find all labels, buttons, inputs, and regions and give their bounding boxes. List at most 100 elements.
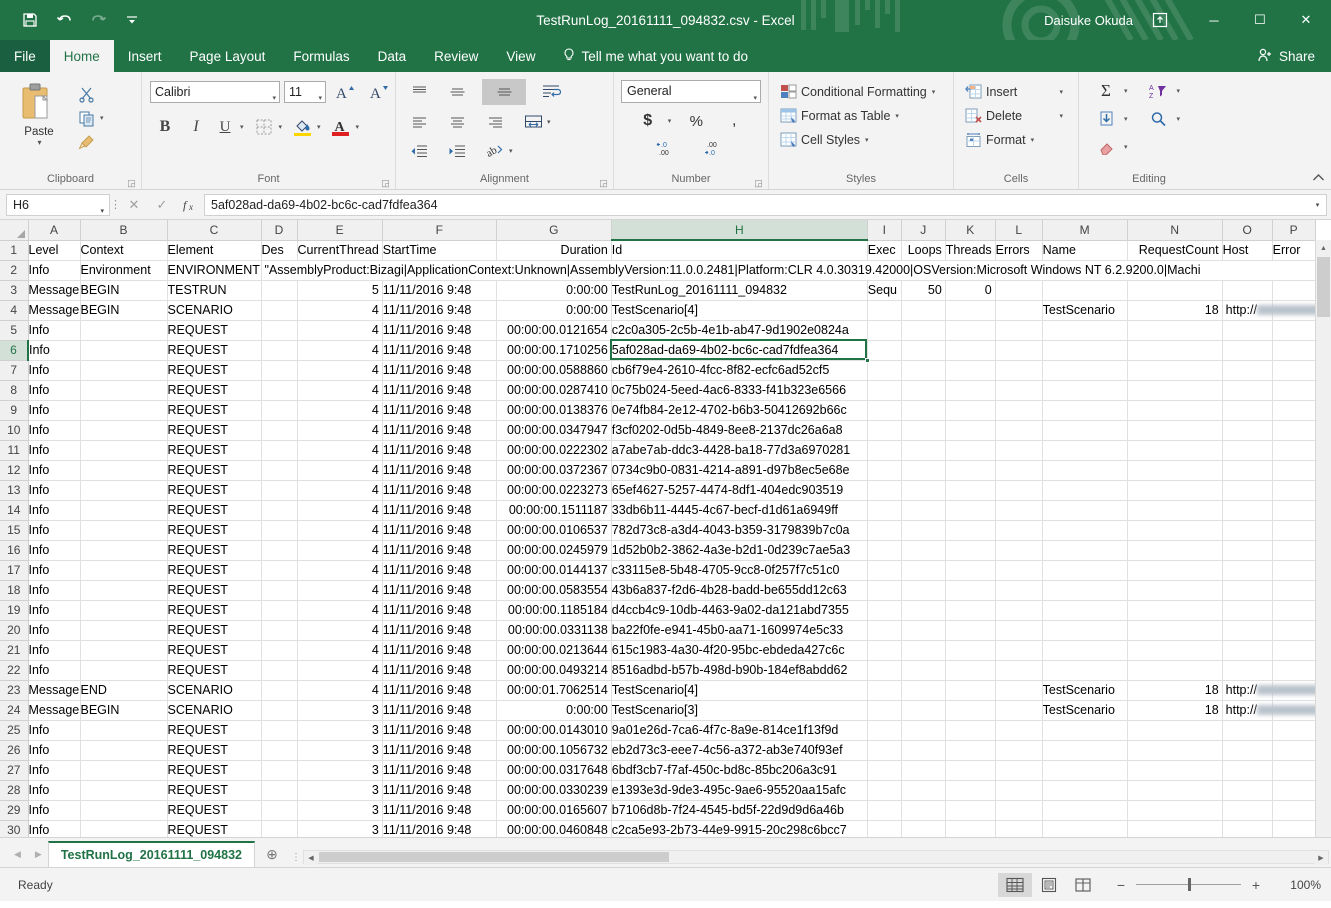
- cell-C30[interactable]: REQUEST: [167, 820, 262, 837]
- row-header-5[interactable]: 5: [0, 320, 29, 341]
- normal-view-button[interactable]: [998, 872, 1032, 897]
- cell-C23[interactable]: SCENARIO: [167, 680, 262, 701]
- cell-O9[interactable]: [1222, 400, 1273, 421]
- cell-B27[interactable]: [80, 760, 168, 781]
- cell-G28[interactable]: 00:00:00.0330239: [496, 780, 612, 801]
- cell-A23[interactable]: Message: [28, 680, 81, 701]
- cell-K8[interactable]: [945, 380, 996, 401]
- cell-B29[interactable]: [80, 800, 168, 821]
- cell-I23[interactable]: [867, 680, 902, 701]
- cell-A10[interactable]: Info: [28, 420, 81, 441]
- cell-D18[interactable]: [261, 580, 298, 601]
- cell-G16[interactable]: 00:00:00.0245979: [496, 540, 612, 561]
- cell-E5[interactable]: 4: [297, 320, 383, 341]
- scroll-right-arrow-icon[interactable]: ▶: [1314, 851, 1328, 865]
- cell-M26[interactable]: [1042, 740, 1128, 761]
- cell-K28[interactable]: [945, 780, 996, 801]
- cell-C6[interactable]: REQUEST: [167, 340, 262, 361]
- cell-M6[interactable]: [1042, 340, 1128, 361]
- cell-D28[interactable]: [261, 780, 298, 801]
- row-header-26[interactable]: 26: [0, 740, 29, 761]
- increase-indent-button[interactable]: [444, 139, 470, 163]
- cell-B8[interactable]: [80, 380, 168, 401]
- cell-L17[interactable]: [995, 560, 1043, 581]
- cell-G27[interactable]: 00:00:00.0317648: [496, 760, 612, 781]
- cell-G3[interactable]: 0:00:00: [496, 280, 612, 301]
- cell-M5[interactable]: [1042, 320, 1128, 341]
- cell-G10[interactable]: 00:00:00.0347947: [496, 420, 612, 441]
- cell-J21[interactable]: [901, 640, 946, 661]
- cell-K25[interactable]: [945, 720, 996, 741]
- autosum-chevron-down-icon[interactable]: ▾: [1124, 87, 1128, 95]
- cell-I29[interactable]: [867, 800, 902, 821]
- cell-I25[interactable]: [867, 720, 902, 741]
- font-name-chevron-down-icon[interactable]: ▾: [272, 89, 276, 109]
- cell-G12[interactable]: 00:00:00.0372367: [496, 460, 612, 481]
- cell-H25[interactable]: 9a01e26d-7ca6-4f7c-8a9e-814ce1f13f9d: [611, 720, 868, 741]
- cell-E21[interactable]: 4: [297, 640, 383, 661]
- conditional-formatting-chevron-down-icon[interactable]: ▾: [932, 88, 936, 96]
- cell-L11[interactable]: [995, 440, 1043, 461]
- cell-N16[interactable]: [1127, 540, 1223, 561]
- row-header-3[interactable]: 3: [0, 280, 29, 301]
- cell-I16[interactable]: [867, 540, 902, 561]
- vertical-scrollbar[interactable]: ▲: [1315, 240, 1331, 837]
- tab-review[interactable]: Review: [420, 40, 492, 72]
- column-header-n[interactable]: N: [1127, 220, 1223, 241]
- vertical-scroll-thumb[interactable]: [1317, 257, 1330, 317]
- format-cells-button[interactable]: Format ▾: [962, 128, 1070, 152]
- zoom-control[interactable]: − + 100%: [1114, 877, 1321, 893]
- zoom-slider-track[interactable]: [1136, 878, 1241, 891]
- cell-F18[interactable]: 11/11/2016 9:48: [382, 580, 497, 601]
- cell-D29[interactable]: [261, 800, 298, 821]
- cell-O19[interactable]: [1222, 600, 1273, 621]
- cell-E19[interactable]: 4: [297, 600, 383, 621]
- cell-M9[interactable]: [1042, 400, 1128, 421]
- cell-G1[interactable]: Duration: [496, 240, 612, 261]
- cell-C17[interactable]: REQUEST: [167, 560, 262, 581]
- cell-H11[interactable]: a7abe7ab-ddc3-4428-ba18-77d3a6970281: [611, 440, 868, 461]
- table-row[interactable]: 21 Info REQUEST 4 11/11/2016 9:48 00:00:00.02…: [0, 640, 1316, 661]
- column-header-e[interactable]: E: [297, 220, 383, 241]
- table-row[interactable]: 28 Info REQUEST 3 11/11/2016 9:48 00:00:00.03…: [0, 780, 1316, 801]
- cell-K4[interactable]: [945, 300, 996, 321]
- cell-P11[interactable]: [1272, 440, 1316, 461]
- share-button[interactable]: Share: [1248, 40, 1331, 72]
- row-header-7[interactable]: 7: [0, 360, 29, 381]
- increase-decimal-button[interactable]: .0.00: [654, 136, 680, 160]
- cell-O11[interactable]: [1222, 440, 1273, 461]
- cell-C1[interactable]: Element: [167, 240, 262, 261]
- cell-K13[interactable]: [945, 480, 996, 501]
- cell-H9[interactable]: 0e74fb84-2e12-4702-b6b3-50412692b66c: [611, 400, 868, 421]
- cell-O27[interactable]: [1222, 760, 1273, 781]
- cell-I24[interactable]: [867, 700, 902, 721]
- cell-B5[interactable]: [80, 320, 168, 341]
- tab-file[interactable]: File: [0, 40, 50, 72]
- cell-C11[interactable]: REQUEST: [167, 440, 262, 461]
- cell-M3[interactable]: [1042, 280, 1128, 301]
- cell-A20[interactable]: Info: [28, 620, 81, 641]
- cell-B19[interactable]: [80, 600, 168, 621]
- cell-K11[interactable]: [945, 440, 996, 461]
- insert-chevron-down-icon[interactable]: ▾: [1059, 88, 1063, 96]
- align-center-button[interactable]: [444, 110, 470, 134]
- table-row[interactable]: 12 Info REQUEST 4 11/11/2016 9:48 00:00:00.03…: [0, 460, 1316, 481]
- name-box-chevron-down-icon[interactable]: ▾: [100, 202, 104, 222]
- cell-H28[interactable]: e1393e3d-9de3-495c-9ae6-95520aa15afc: [611, 780, 868, 801]
- cell-O22[interactable]: [1222, 660, 1273, 681]
- cell-I3[interactable]: Sequ: [867, 280, 902, 301]
- cell-O14[interactable]: [1222, 500, 1273, 521]
- cell-I7[interactable]: [867, 360, 902, 381]
- cell-O17[interactable]: [1222, 560, 1273, 581]
- cell-A24[interactable]: Message: [28, 700, 81, 721]
- page-layout-view-button[interactable]: [1032, 873, 1066, 897]
- cell-L7[interactable]: [995, 360, 1043, 381]
- clear-chevron-down-icon[interactable]: ▾: [1124, 143, 1128, 151]
- column-header-b[interactable]: B: [80, 220, 168, 241]
- italic-button[interactable]: I: [181, 115, 211, 139]
- cell-M14[interactable]: [1042, 500, 1128, 521]
- cell-P9[interactable]: [1272, 400, 1316, 421]
- cell-G11[interactable]: 00:00:00.0222302: [496, 440, 612, 461]
- table-row[interactable]: 22 Info REQUEST 4 11/11/2016 9:48 00:00:00.04…: [0, 660, 1316, 681]
- cell-O7[interactable]: [1222, 360, 1273, 381]
